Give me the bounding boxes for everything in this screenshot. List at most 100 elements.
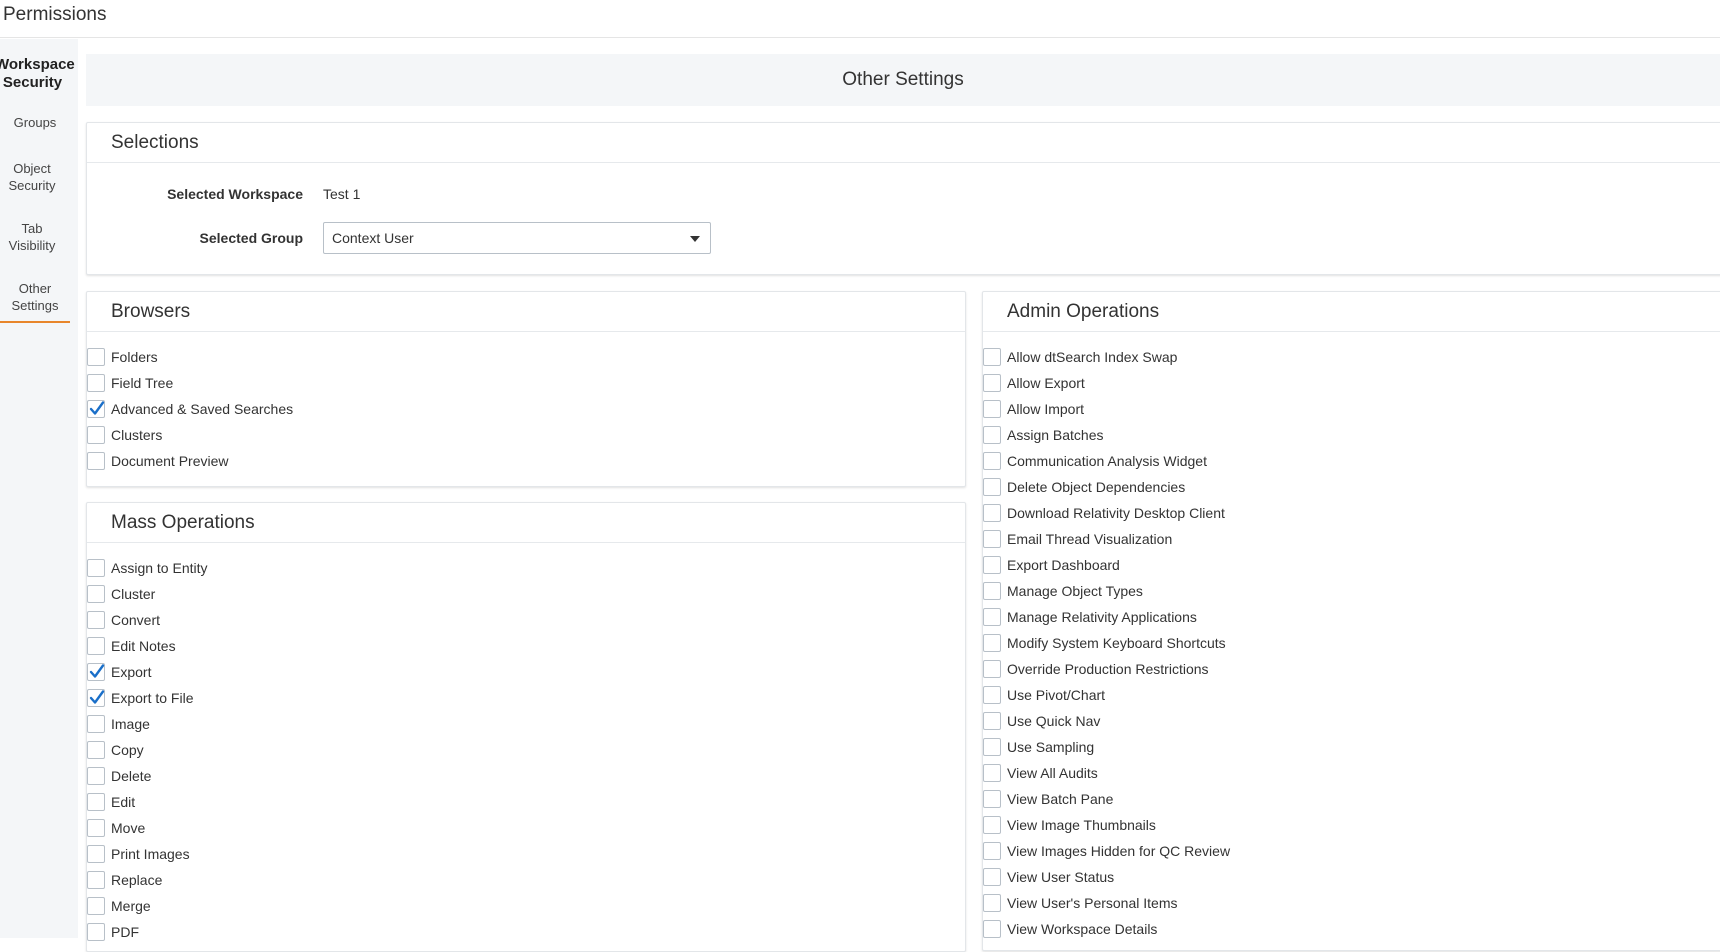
- checkbox-label: Use Quick Nav: [1007, 713, 1101, 729]
- checkbox-label: View Workspace Details: [1007, 921, 1158, 937]
- checkbox[interactable]: [983, 764, 1001, 782]
- checkbox[interactable]: [983, 816, 1001, 834]
- checkbox-label: Copy: [111, 742, 144, 758]
- checkbox[interactable]: [87, 663, 105, 681]
- checkbox[interactable]: [983, 868, 1001, 886]
- checkbox-label: Manage Object Types: [1007, 583, 1143, 599]
- sidebar-item-label: Object Security: [8, 161, 56, 193]
- checkbox-label: Folders: [111, 349, 158, 365]
- checkbox-label: Allow dtSearch Index Swap: [1007, 349, 1178, 365]
- checkbox[interactable]: [983, 478, 1001, 496]
- sidebar: Workspace Security Groups Object Securit…: [0, 39, 78, 938]
- sidebar-item-label: Tab Visibility: [8, 221, 56, 253]
- sidebar-header[interactable]: Workspace Security: [0, 56, 75, 92]
- checkbox[interactable]: [87, 452, 105, 470]
- checkbox[interactable]: [87, 819, 105, 837]
- checkbox[interactable]: [983, 452, 1001, 470]
- checkbox-label: View Batch Pane: [1007, 791, 1114, 807]
- checkbox[interactable]: [983, 556, 1001, 574]
- checkbox[interactable]: [87, 637, 105, 655]
- page-title: Other Settings: [86, 54, 1720, 106]
- checkbox[interactable]: [87, 897, 105, 915]
- checkbox-label: View All Audits: [1007, 765, 1098, 781]
- checkbox[interactable]: [983, 426, 1001, 444]
- checkbox-label: View Image Thumbnails: [1007, 817, 1156, 833]
- selected-group-value: Context User: [332, 230, 414, 246]
- checkbox[interactable]: [983, 582, 1001, 600]
- checkbox[interactable]: [87, 793, 105, 811]
- checkbox[interactable]: [87, 400, 105, 418]
- checkbox[interactable]: [87, 611, 105, 629]
- checkbox[interactable]: [87, 923, 105, 941]
- app-title: Permissions: [3, 4, 107, 25]
- checkbox[interactable]: [87, 845, 105, 863]
- checkmark-icon: [89, 401, 105, 415]
- checkbox[interactable]: [87, 374, 105, 392]
- checkbox-label: Delete Object Dependencies: [1007, 479, 1186, 495]
- checkbox[interactable]: [983, 738, 1001, 756]
- checkbox[interactable]: [87, 426, 105, 444]
- checkbox-label: Export Dashboard: [1007, 557, 1120, 573]
- checkbox[interactable]: [983, 712, 1001, 730]
- checkbox[interactable]: [87, 585, 105, 603]
- checkbox-label: Use Pivot/Chart: [1007, 687, 1106, 703]
- checkbox-label: Field Tree: [111, 375, 174, 391]
- checkbox-label: Email Thread Visualization: [1007, 531, 1173, 547]
- checkbox[interactable]: [983, 530, 1001, 548]
- checkbox[interactable]: [983, 920, 1001, 938]
- checkbox[interactable]: [983, 790, 1001, 808]
- selections-title: Selections: [87, 123, 1720, 163]
- checkbox[interactable]: [983, 400, 1001, 418]
- checkmark-icon: [89, 690, 105, 704]
- checkbox-label: Download Relativity Desktop Client: [1007, 505, 1225, 521]
- mass-operations-panel: Mass Operations Assign to Entity Cluster C…: [86, 502, 966, 952]
- checkbox-label: Allow Export: [1007, 375, 1085, 391]
- checkbox[interactable]: [983, 894, 1001, 912]
- checkbox-label: View Images Hidden for QC Review: [1007, 843, 1231, 859]
- checkbox[interactable]: [983, 660, 1001, 678]
- checkbox[interactable]: [983, 348, 1001, 366]
- checkbox[interactable]: [87, 689, 105, 707]
- sidebar-item-object-security[interactable]: Object Security: [0, 160, 67, 194]
- checkbox[interactable]: [983, 608, 1001, 626]
- checkbox-label: Communication Analysis Widget: [1007, 453, 1207, 469]
- checkbox[interactable]: [87, 559, 105, 577]
- checkbox[interactable]: [87, 767, 105, 785]
- checkbox[interactable]: [87, 715, 105, 733]
- selections-panel: Selections Selected Workspace Test 1 Sel…: [86, 122, 1720, 275]
- sidebar-item-label: Other Settings: [11, 281, 59, 313]
- checkbox[interactable]: [87, 348, 105, 366]
- checkbox-label: Replace: [111, 872, 163, 888]
- checkbox-label: Image: [111, 716, 150, 732]
- checkbox-label: Delete: [111, 768, 152, 784]
- checkbox-label: Export: [111, 664, 152, 680]
- checkbox[interactable]: [983, 504, 1001, 522]
- checkbox-label: Merge: [111, 898, 151, 914]
- selected-group-label: Selected Group: [199, 230, 303, 246]
- checkbox[interactable]: [87, 741, 105, 759]
- sidebar-item-other-settings[interactable]: Other Settings: [0, 280, 70, 323]
- checkbox-label: Allow Import: [1007, 401, 1085, 417]
- sidebar-item-label: Groups: [13, 115, 57, 130]
- checkbox[interactable]: [87, 871, 105, 889]
- checkbox[interactable]: [983, 842, 1001, 860]
- selected-group-dropdown[interactable]: Context User: [323, 222, 711, 254]
- checkbox-label: Assign Batches: [1007, 427, 1104, 443]
- checkmark-icon: [89, 664, 105, 678]
- checkbox-label: Modify System Keyboard Shortcuts: [1007, 635, 1226, 651]
- sidebar-item-groups[interactable]: Groups: [0, 114, 70, 131]
- checkbox-label: Assign to Entity: [111, 560, 208, 576]
- sidebar-item-tab-visibility[interactable]: Tab Visibility: [0, 220, 67, 254]
- checkbox-label: Override Production Restrictions: [1007, 661, 1209, 677]
- checkbox[interactable]: [983, 374, 1001, 392]
- checkbox-label: Cluster: [111, 586, 156, 602]
- checkbox-label: View User's Personal Items: [1007, 895, 1178, 911]
- browsers-panel: Browsers Folders Field Tree Advanced & Sav…: [86, 291, 966, 487]
- checkbox-label: Clusters: [111, 427, 163, 443]
- selected-workspace-value: Test 1: [323, 186, 361, 202]
- checkbox[interactable]: [983, 634, 1001, 652]
- checkbox-label: Document Preview: [111, 453, 229, 469]
- checkbox[interactable]: [983, 686, 1001, 704]
- checkbox-label: Manage Relativity Applications: [1007, 609, 1197, 625]
- mass-operations-title: Mass Operations: [87, 503, 965, 543]
